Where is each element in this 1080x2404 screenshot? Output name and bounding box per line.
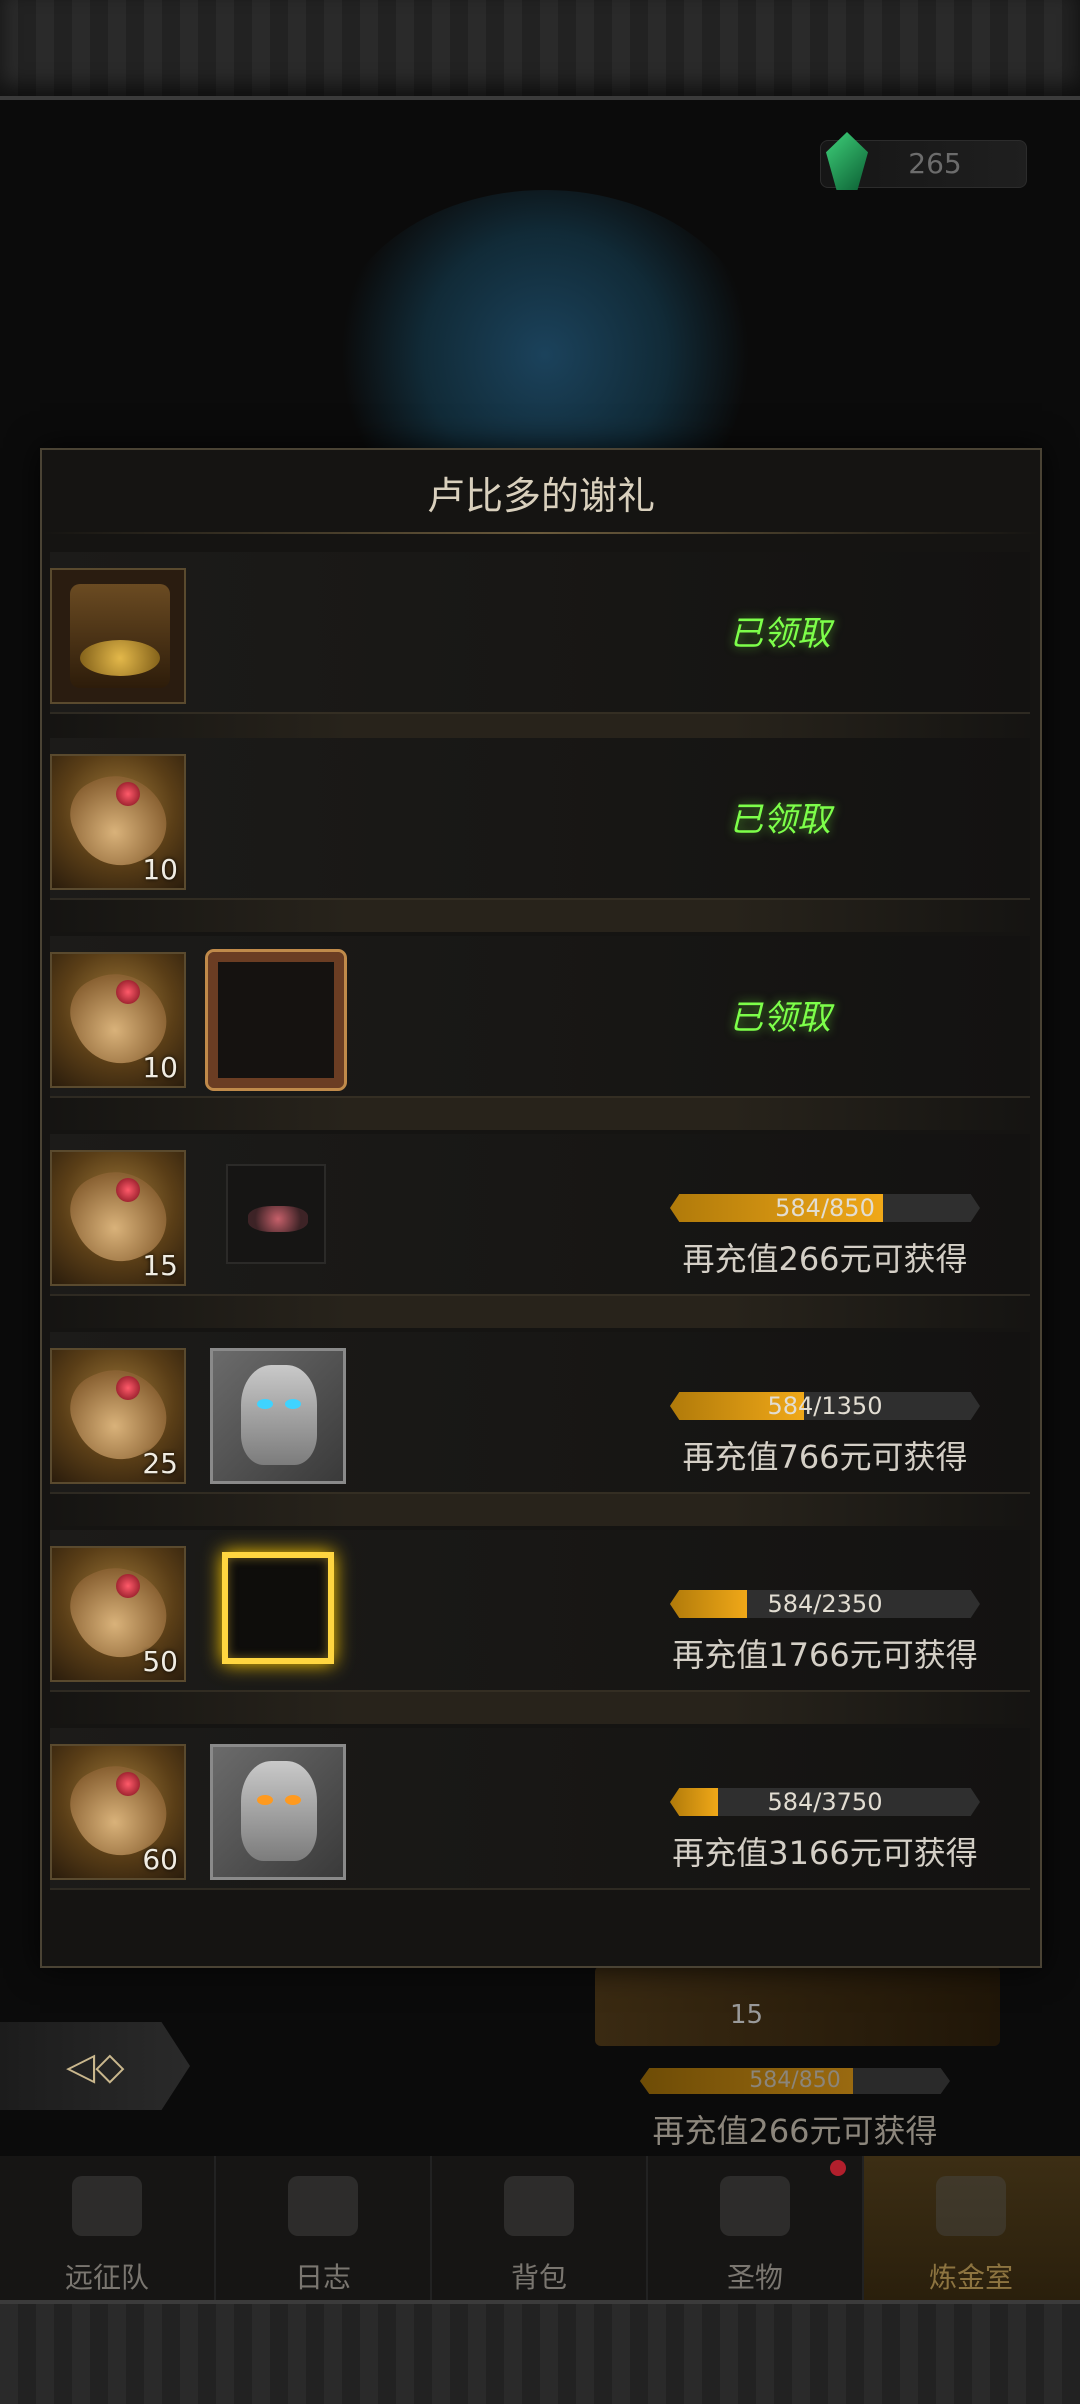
recharge-hint: 再充值266元可获得 xyxy=(682,1240,968,1278)
reward-slot[interactable]: 10 xyxy=(50,952,186,1088)
red-gem-icon xyxy=(116,1178,140,1202)
journal-icon xyxy=(288,2176,358,2236)
item-count: 10 xyxy=(142,853,178,886)
reward-row: 60 584/3750 再充值3166元可获得 xyxy=(50,1728,1030,1890)
nav-label: 远征队 xyxy=(64,2261,149,2294)
helm-art xyxy=(241,1761,317,1861)
recharge-hint: 再充值3166元可获得 xyxy=(672,1834,978,1872)
reward-row: 10 已领取 xyxy=(50,936,1030,1098)
viking-helmet-icon xyxy=(72,2176,142,2236)
row-divider xyxy=(50,1492,1030,1526)
background-hint-text: 再充值266元可获得 xyxy=(652,2112,938,2150)
reward-slot[interactable] xyxy=(50,568,186,704)
reward-slot[interactable]: 60 xyxy=(50,1744,186,1880)
background-progress-text: 584/850 xyxy=(749,2068,841,2093)
notification-dot xyxy=(830,2160,846,2176)
reward-slot[interactable]: 15 xyxy=(50,1150,186,1286)
item-count: 25 xyxy=(142,1447,178,1480)
title-ornament xyxy=(42,532,1040,534)
reward-row: 10 已领取 xyxy=(50,738,1030,900)
claimed-status: 已领取 xyxy=(729,800,831,840)
helm-eye xyxy=(257,1795,273,1805)
ornate-frame-icon[interactable] xyxy=(205,949,347,1091)
reward-slot[interactable]: 25 xyxy=(50,1348,186,1484)
backpack-icon xyxy=(504,2176,574,2236)
bottom-nav: 远征队 日志 背包 圣物 炼金室 xyxy=(0,2156,1080,2300)
row-divider xyxy=(50,1690,1030,1724)
red-gem-icon xyxy=(116,1574,140,1598)
background-reward-box xyxy=(595,1966,1000,2046)
reward-slot[interactable]: 10 xyxy=(50,754,186,890)
helm-art xyxy=(241,1365,317,1465)
item-count: 15 xyxy=(142,1249,178,1282)
nav-label: 炼金室 xyxy=(928,2261,1013,2294)
item-count: 50 xyxy=(142,1645,178,1678)
red-gem-icon xyxy=(116,980,140,1004)
progress-text: 584/2350 xyxy=(767,1590,883,1618)
nav-label: 圣物 xyxy=(726,2261,783,2294)
background-reward-count: 15 xyxy=(730,2000,764,2030)
gold-frame-icon[interactable] xyxy=(222,1552,334,1664)
dialog-title: 卢比多的谢礼 xyxy=(426,474,655,518)
recharge-hint: 再充值766元可获得 xyxy=(682,1438,968,1476)
helm-eye xyxy=(285,1399,301,1409)
background-progress-bar: 584/850 xyxy=(640,2068,950,2094)
red-gem-icon xyxy=(116,782,140,806)
reward-row: 50 584/2350 再充值1766元可获得 xyxy=(50,1530,1030,1692)
nav-item-expedition[interactable]: 远征队 xyxy=(0,2156,216,2300)
diamond-arrow-icon: ◁◇ xyxy=(66,2044,125,2088)
reward-row: 15 584/850 再充值266元可获得 xyxy=(50,1134,1030,1296)
gold-coins-icon xyxy=(80,640,160,676)
progress-text: 584/1350 xyxy=(767,1392,883,1420)
nav-label: 背包 xyxy=(510,2261,567,2294)
nav-item-journal[interactable]: 日志 xyxy=(216,2156,432,2300)
nav-item-alchemy[interactable]: 炼金室 xyxy=(864,2156,1080,2300)
reward-row: 25 584/1350 再充值766元可获得 xyxy=(50,1332,1030,1494)
item-count: 60 xyxy=(142,1843,178,1876)
row-divider xyxy=(50,1294,1030,1328)
recharge-hint: 再充值1766元可获得 xyxy=(672,1636,978,1674)
progress-bar: 584/850 xyxy=(670,1194,980,1222)
progress-text: 584/3750 xyxy=(767,1788,883,1816)
relic-icon xyxy=(720,2176,790,2236)
nav-item-relic[interactable]: 圣物 xyxy=(648,2156,864,2300)
red-gem-icon xyxy=(116,1376,140,1400)
progress-text: 584/850 xyxy=(775,1194,875,1222)
thorn-art xyxy=(248,1206,308,1232)
helmet-ii-icon[interactable] xyxy=(210,1744,346,1880)
item-count: 10 xyxy=(142,1051,178,1084)
progress-bar: 584/2350 xyxy=(670,1590,980,1618)
progress-bar: 584/1350 xyxy=(670,1392,980,1420)
progress-bar: 584/3750 xyxy=(670,1788,980,1816)
helm-eye xyxy=(257,1399,273,1409)
row-divider xyxy=(50,898,1030,932)
top-frame xyxy=(0,0,1080,100)
red-gem-icon xyxy=(116,1772,140,1796)
nav-item-backpack[interactable]: 背包 xyxy=(432,2156,648,2300)
claimed-status: 已领取 xyxy=(729,998,831,1038)
reward-dialog: 卢比多的谢礼 已领取 10 已领取 10 已领取 15 584/850 再充值2… xyxy=(40,448,1042,1968)
nav-label: 日志 xyxy=(294,2261,351,2294)
reward-row: 已领取 xyxy=(50,552,1030,714)
currency-value: 265 xyxy=(908,147,962,180)
reward-slot[interactable]: 50 xyxy=(50,1546,186,1682)
helm-eye xyxy=(285,1795,301,1805)
alchemy-icon xyxy=(936,2176,1006,2236)
thorn-crown-icon[interactable] xyxy=(226,1164,326,1264)
claimed-status: 已领取 xyxy=(729,614,831,654)
bottom-frame xyxy=(0,2300,1080,2404)
row-divider xyxy=(50,1096,1030,1130)
helmet-icon[interactable] xyxy=(210,1348,346,1484)
